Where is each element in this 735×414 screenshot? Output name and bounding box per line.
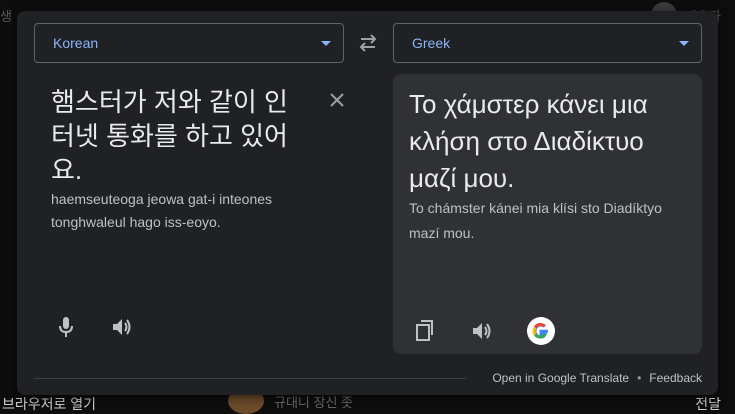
footer: Open in Google Translate • Feedback [492,371,702,385]
microphone-icon[interactable] [54,315,78,339]
speaker-icon[interactable] [470,319,494,343]
feedback-link[interactable]: Feedback [649,371,702,385]
open-in-google-translate-link[interactable]: Open in Google Translate [492,371,629,385]
target-actions [413,317,555,345]
source-language-label: Korean [53,35,99,51]
swap-languages-icon[interactable] [356,33,380,53]
open-in-browser-link[interactable]: 브라우저로 열기 [2,394,96,414]
copy-icon[interactable] [413,319,437,343]
chevron-down-icon [679,40,689,46]
chevron-down-icon [321,40,331,46]
translated-text: Το χάμστερ κάνει μια κλήση στο Διαδίκτυο… [409,89,648,193]
translate-popup: Korean Greek 햄스터가 저와 같이 인터넷 통화를 하고 있어요. … [17,11,718,395]
google-logo-icon[interactable] [527,317,555,345]
forward-button[interactable]: 전달 [695,394,721,414]
close-icon[interactable] [325,88,349,112]
target-panel: Το χάμστερ κάνει μια κλήση στο Διαδίκτυο… [393,74,702,354]
target-language-label: Greek [412,35,451,51]
divider [34,378,466,379]
speaker-icon[interactable] [110,315,134,339]
source-text[interactable]: 햄스터가 저와 같이 인터넷 통화를 하고 있어요. [51,85,306,187]
source-transliteration: haemseuteoga jeowa gat-i inteones tonghw… [51,191,273,230]
separator-dot: • [637,371,642,385]
target-language-select[interactable]: Greek [393,23,702,63]
background-top-text: 생 [0,9,12,24]
target-transliteration: To chámster kánei mia klísi sto Diadíkty… [409,200,662,241]
source-panel: 햄스터가 저와 같이 인터넷 통화를 하고 있어요. haemseuteoga … [34,75,364,355]
source-actions [54,315,134,339]
source-language-select[interactable]: Korean [34,23,344,63]
